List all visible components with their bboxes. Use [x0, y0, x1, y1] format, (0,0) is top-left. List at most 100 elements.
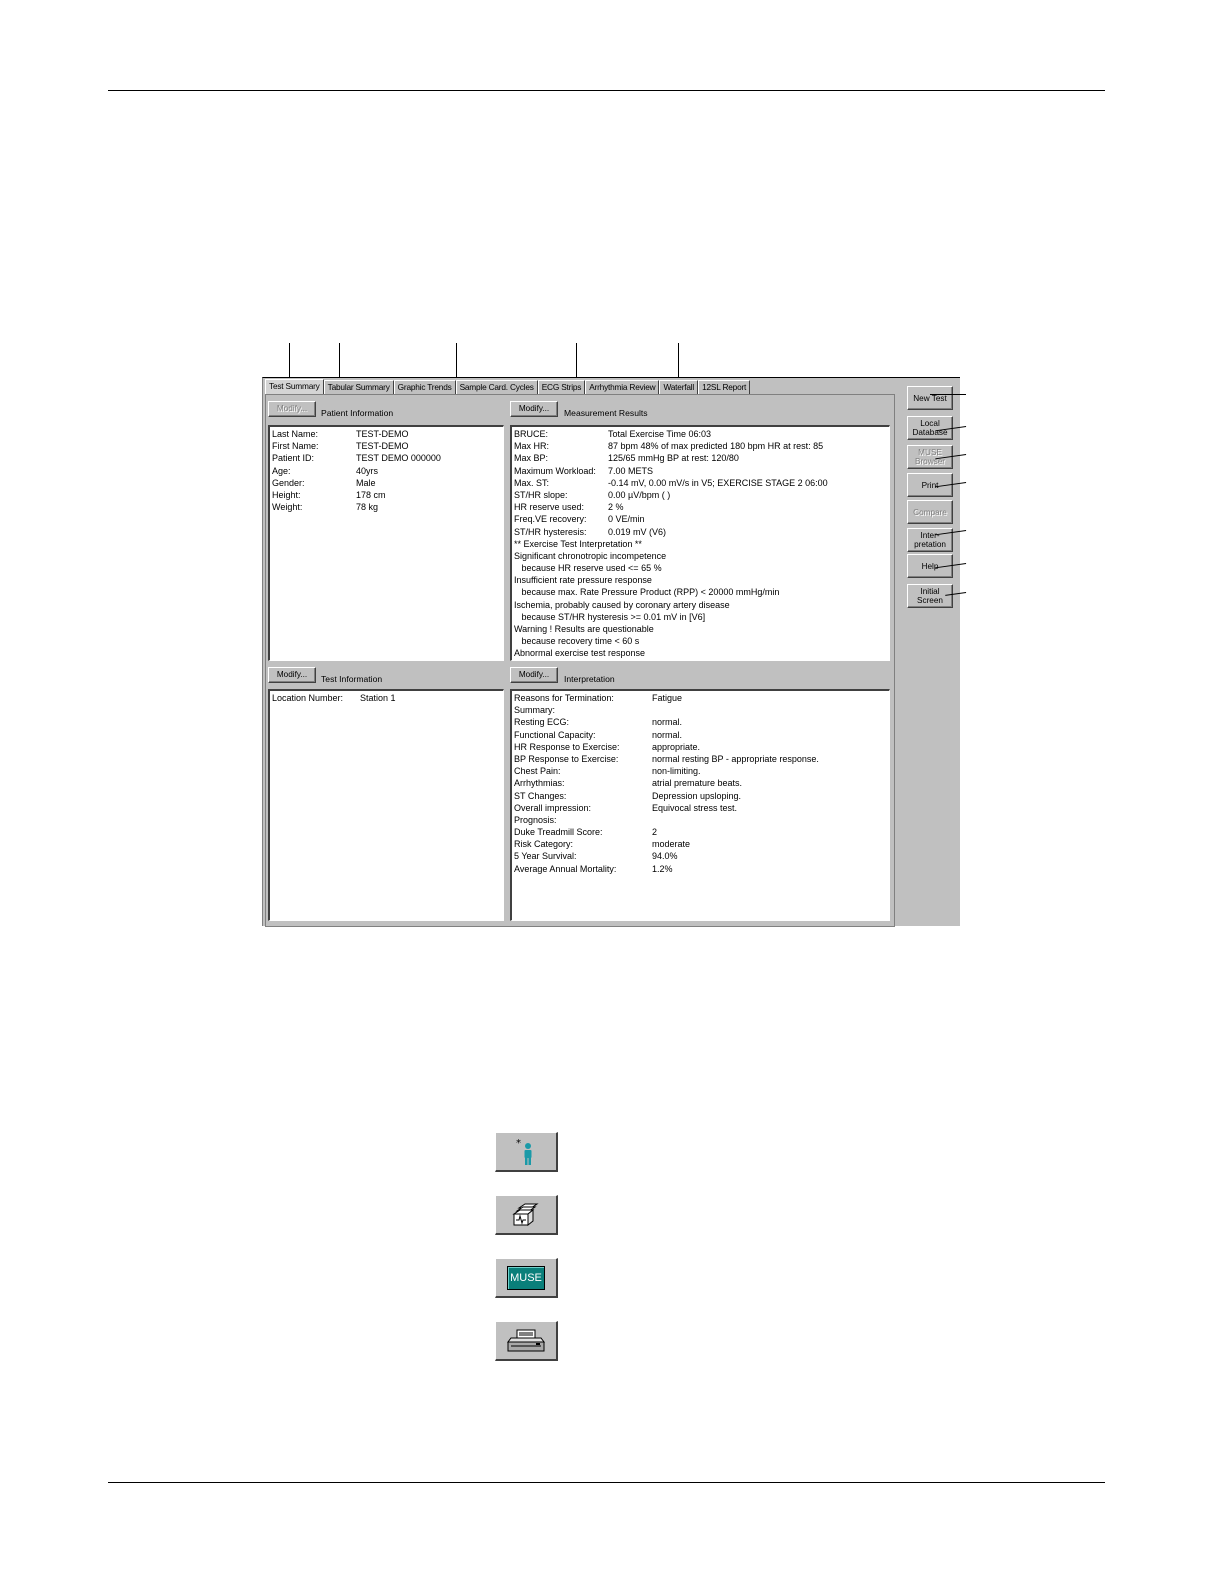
info-row: 5 Year Survival: 94.0%	[514, 850, 887, 862]
help-label: Help	[921, 561, 939, 571]
row-value: Male	[356, 477, 376, 488]
row-key: First Name:	[272, 441, 319, 452]
info-row: Prognosis:	[514, 814, 887, 826]
info-row: HR Response to Exercise: appropriate.	[514, 741, 887, 753]
row-key: Last Name:	[272, 429, 319, 439]
row-key: Max HR:	[514, 441, 550, 452]
patient-info-box: Last Name: TEST-DEMO First Name: TEST-DEMO P…	[268, 425, 504, 661]
info-row: Summary:	[514, 704, 887, 716]
tab-ecg-strips[interactable]: ECG Strips	[537, 380, 586, 394]
row-key: Max. ST:	[514, 477, 550, 488]
local-database-label-1: Local	[920, 419, 940, 428]
compare-label: Compare	[913, 507, 947, 517]
info-row: Risk Category: moderate	[514, 838, 887, 850]
new-patient-icon-button: *	[495, 1132, 558, 1172]
svg-text:*: *	[516, 1138, 521, 1149]
row-value: 94.0%	[652, 851, 678, 862]
info-row: Functional Capacity: normal.	[514, 729, 887, 741]
modify-interpretation-button[interactable]: Modify...	[510, 667, 558, 683]
info-row: ST/HR slope: 0.00 µV/bpm ( )	[514, 489, 887, 501]
tab-graphic-trends[interactable]: Graphic Trends	[393, 380, 456, 394]
info-row: First Name: TEST-DEMO	[272, 440, 501, 452]
row-key: Functional Capacity:	[514, 729, 596, 740]
row-key: Location Number:	[272, 693, 344, 703]
patient-info-title: Patient Information	[321, 408, 394, 418]
tab-bar: Test Summary Tabular Summary Graphic Tre…	[265, 379, 751, 395]
info-row: Weight: 78 kg	[272, 501, 501, 513]
info-row: Height: 178 cm	[272, 489, 501, 501]
row-value: TEST DEMO 000000	[356, 453, 441, 464]
tab-tabular-summary[interactable]: Tabular Summary	[323, 380, 394, 394]
row-key: Maximum Workload:	[514, 465, 596, 476]
info-row: Freq.VE recovery: 0 VE/min	[514, 513, 887, 525]
row-value: TEST-DEMO	[356, 441, 409, 452]
header-rule	[108, 90, 1105, 91]
row-value: 2 %	[608, 502, 624, 513]
row-value: normal.	[652, 729, 683, 740]
row-value: 1.2%	[652, 863, 673, 874]
row-key: ST/HR hysteresis:	[514, 526, 587, 537]
printer-icon-button	[495, 1321, 558, 1361]
row-key: BP Response to Exercise:	[514, 753, 619, 764]
interpretation-line: Ischemia, probably caused by coronary ar…	[514, 599, 730, 610]
tab-test-summary[interactable]: Test Summary	[265, 379, 324, 395]
row-value: 87 bpm 48% of max predicted 180 bpm HR a…	[608, 441, 824, 452]
row-key: HR reserve used:	[514, 502, 585, 513]
initial-screen-label: Initial Screen	[917, 587, 943, 605]
row-value: normal.	[652, 717, 683, 728]
initial-screen-button[interactable]: Initial Screen	[907, 584, 953, 608]
print-label: Print	[921, 480, 939, 490]
interpretation-line: Insufficient rate pressure response	[514, 575, 652, 586]
row-key: Average Annual Mortality:	[514, 863, 617, 874]
row-value: 2	[652, 827, 658, 838]
tab-arrhythmia-review[interactable]: Arrhythmia Review	[585, 380, 660, 394]
row-value: Fatigue	[652, 693, 683, 703]
info-row: Arrhythmias: atrial premature beats.	[514, 777, 887, 789]
info-row: Age: 40yrs	[272, 465, 501, 477]
new-test-button[interactable]: New Test	[907, 386, 953, 410]
info-row: HR reserve used: 2 %	[514, 501, 887, 513]
row-key: Arrhythmias:	[514, 778, 565, 789]
local-database-icon	[512, 1203, 539, 1226]
interpretation-button[interactable]: Inter-pretation	[907, 528, 953, 552]
interpretation-box: Reasons for Termination: Fatigue Summary: R…	[510, 689, 890, 921]
info-row: BP Response to Exercise: normal resting B…	[514, 753, 887, 765]
row-key: ST/HR slope:	[514, 489, 568, 500]
row-value: Total Exercise Time 06:03	[608, 429, 712, 439]
printer-icon	[507, 1329, 545, 1351]
row-key: Reasons for Termination:	[514, 693, 614, 703]
info-row: ST/HR hysteresis: 0.019 mV (V6)	[514, 526, 887, 538]
info-row: Maximum Workload: 7.00 METS	[514, 465, 887, 477]
tab-waterfall[interactable]: Waterfall	[659, 380, 699, 394]
muse-icon: MUSE	[507, 1265, 545, 1290]
info-row: Last Name: TEST-DEMO	[272, 428, 501, 440]
measurement-results-box: BRUCE: Total Exercise Time 06:03 Max HR: 87…	[510, 425, 890, 661]
info-row: Overall impression: Equivocal stress test…	[514, 802, 887, 814]
row-value: normal resting BP - appropriate response…	[652, 753, 819, 764]
interpretation-label-1: Inter-	[920, 531, 940, 540]
muse-icon-button: MUSE	[495, 1258, 558, 1298]
row-key: HR Response to Exercise:	[514, 741, 620, 752]
interpretation-line: ** Exercise Test Interpretation **	[514, 538, 642, 549]
row-value: TEST-DEMO	[356, 429, 409, 439]
row-key: Prognosis:	[514, 814, 557, 825]
info-row: Max HR: 87 bpm 48% of max predicted 180 b…	[514, 440, 887, 452]
test-info-title: Test Information	[321, 674, 383, 684]
info-row: Duke Treadmill Score: 2	[514, 826, 887, 838]
row-key: Risk Category:	[514, 839, 574, 850]
info-row: Average Annual Mortality: 1.2%	[514, 863, 887, 875]
modify-test-info-button[interactable]: Modify...	[268, 667, 316, 683]
row-value: 0 VE/min	[608, 514, 645, 525]
row-key: Gender:	[272, 477, 305, 488]
interpretation-line: because max. Rate Pressure Product (RPP)…	[514, 587, 780, 598]
info-row: Chest Pain: non-limiting.	[514, 765, 887, 777]
row-key: Chest Pain:	[514, 766, 561, 777]
modify-patient-button[interactable]: Modify...	[268, 401, 316, 417]
compare-button[interactable]: Compare	[907, 500, 953, 524]
row-key: Duke Treadmill Score:	[514, 827, 603, 838]
interpretation-line: because recovery time < 60 s	[514, 636, 640, 647]
tab-sample-card-cycles[interactable]: Sample Card. Cycles	[455, 380, 538, 394]
modify-measurement-button[interactable]: Modify...	[510, 401, 558, 417]
tab-12sl-report[interactable]: 12SL Report	[698, 380, 751, 394]
row-value: 78 kg	[356, 502, 379, 513]
